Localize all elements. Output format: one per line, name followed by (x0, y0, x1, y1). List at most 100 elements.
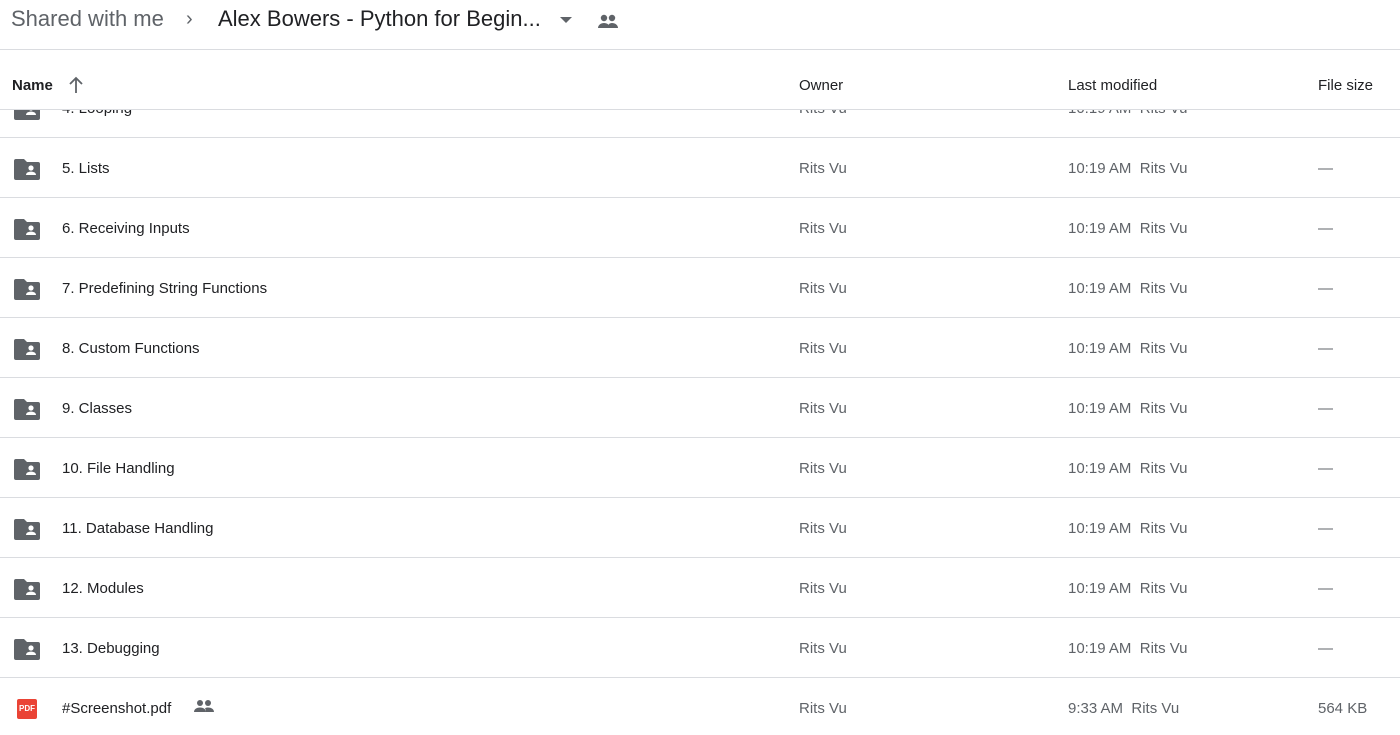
last-modified: 10:19 AM Rits Vu (1068, 340, 1188, 357)
owner: Rits Vu (799, 580, 847, 597)
file-size: — (1318, 160, 1333, 177)
file-name[interactable]: #Screenshot.pdf (62, 700, 171, 717)
last-modified: 10:19 AM Rits Vu (1068, 280, 1188, 297)
file-row[interactable]: 9. Classes Rits Vu 10:19 AM Rits Vu — (0, 378, 1400, 438)
modified-time: 10:19 AM (1068, 460, 1132, 477)
column-file-size[interactable]: File size (1318, 77, 1373, 94)
modified-time: 10:19 AM (1068, 640, 1132, 657)
modified-by: Rits Vu (1139, 340, 1188, 357)
file-name[interactable]: 7. Predefining String Functions (62, 280, 267, 297)
sort-ascending-icon[interactable] (68, 76, 84, 94)
breadcrumb-bar: Shared with me › Alex Bowers - Python fo… (0, 0, 1400, 50)
owner: Rits Vu (799, 220, 847, 237)
last-modified: 10:19 AM Rits Vu (1068, 640, 1188, 657)
modified-time: 10:19 AM (1068, 580, 1132, 597)
modified-by: Rits Vu (1139, 520, 1188, 537)
modified-time: 10:19 AM (1068, 400, 1132, 417)
file-name[interactable]: 12. Modules (62, 580, 144, 597)
owner: Rits Vu (799, 700, 847, 717)
modified-time: 10:19 AM (1068, 520, 1132, 537)
modified-by: Rits Vu (1139, 280, 1188, 297)
modified-by: Rits Vu (1139, 220, 1188, 237)
owner: Rits Vu (799, 640, 847, 657)
shared-folder-icon (14, 110, 40, 124)
file-row[interactable]: 5. Lists Rits Vu 10:19 AM Rits Vu — (0, 138, 1400, 198)
file-row[interactable]: 4. LoopingRits Vu10:19 AM Rits Vu— (0, 110, 1400, 138)
file-row[interactable]: 11. Database Handling Rits Vu 10:19 AM Rit… (0, 498, 1400, 558)
owner: Rits Vu (799, 280, 847, 297)
file-name[interactable]: 9. Classes (62, 400, 132, 417)
last-modified: 10:19 AM Rits Vu (1068, 160, 1188, 177)
modified-by: Rits Vu (1139, 400, 1188, 417)
file-name[interactable]: 10. File Handling (62, 460, 175, 477)
modified-time: 10:19 AM (1068, 340, 1132, 357)
shared-folder-icon (14, 458, 40, 484)
modified-by: Rits Vu (1139, 580, 1188, 597)
last-modified: 9:33 AM Rits Vu (1068, 700, 1179, 717)
shared-folder-icon (14, 218, 40, 244)
file-size: — (1318, 220, 1333, 237)
owner: Rits Vu (799, 340, 847, 357)
file-size: — (1318, 640, 1333, 657)
file-size: — (1318, 520, 1333, 537)
modified-by: Rits Vu (1131, 700, 1180, 717)
shared-folder-icon (14, 158, 40, 184)
file-name[interactable]: 11. Database Handling (62, 520, 214, 537)
column-owner[interactable]: Owner (799, 77, 843, 94)
file-size: — (1318, 460, 1333, 477)
file-name[interactable]: 8. Custom Functions (62, 340, 200, 357)
modified-time: 10:19 AM (1068, 280, 1132, 297)
file-name[interactable]: 6. Receiving Inputs (62, 220, 190, 237)
file-row[interactable]: 6. Receiving Inputs Rits Vu 10:19 AM Rits … (0, 198, 1400, 258)
modified-by: Rits Vu (1140, 110, 1188, 117)
modified-by: Rits Vu (1139, 160, 1188, 177)
file-row[interactable]: 10. File Handling Rits Vu 10:19 AM Rits Vu… (0, 438, 1400, 498)
file-size: — (1318, 340, 1333, 357)
modified-by: Rits Vu (1139, 640, 1188, 657)
last-modified: 10:19 AM Rits Vu (1068, 220, 1188, 237)
modified-time: 10:19 AM (1068, 220, 1132, 237)
file-size: — (1318, 280, 1333, 297)
column-header: Name Owner Last modified File size (0, 50, 1400, 110)
modified-time: 9:33 AM (1068, 700, 1124, 717)
modified-time: 10:19 AM (1068, 160, 1132, 177)
file-list: 4. LoopingRits Vu10:19 AM Rits Vu—5. Lis… (0, 110, 1400, 735)
last-modified: 10:19 AM Rits Vu (1068, 110, 1188, 117)
breadcrumb-shared-with-me[interactable]: Shared with me (11, 6, 164, 32)
file-name[interactable]: 4. Looping (62, 110, 132, 117)
file-row[interactable]: 12. Modules Rits Vu 10:19 AM Rits Vu — (0, 558, 1400, 618)
breadcrumb-current-folder[interactable]: Alex Bowers - Python for Begin... (218, 6, 541, 32)
file-row[interactable]: 7. Predefining String Functions Rits Vu 10… (0, 258, 1400, 318)
shared-folder-icon (14, 338, 40, 364)
owner: Rits Vu (799, 400, 847, 417)
file-size: — (1318, 400, 1333, 417)
owner: Rits Vu (799, 160, 847, 177)
modified-time: 10:19 AM (1068, 110, 1131, 117)
shared-folder-icon (14, 638, 40, 664)
owner: Rits Vu (799, 460, 847, 477)
file-name[interactable]: 5. Lists (62, 160, 110, 177)
file-row[interactable]: 13. Debugging Rits Vu 10:19 AM Rits Vu — (0, 618, 1400, 678)
modified-by: Rits Vu (1139, 460, 1188, 477)
column-name[interactable]: Name (12, 77, 53, 94)
shared-folder-icon (14, 518, 40, 544)
shared-folder-icon (14, 578, 40, 604)
last-modified: 10:19 AM Rits Vu (1068, 580, 1188, 597)
column-last-modified[interactable]: Last modified (1068, 77, 1157, 94)
file-name[interactable]: 13. Debugging (62, 640, 160, 657)
file-row[interactable]: 8. Custom Functions Rits Vu 10:19 AM Rits … (0, 318, 1400, 378)
file-size: 564 KB (1318, 700, 1368, 717)
last-modified: 10:19 AM Rits Vu (1068, 520, 1188, 537)
file-row[interactable]: PDF #Screenshot.pdf Rits Vu 9:33 AM Rits Vu… (0, 678, 1400, 735)
file-size: — (1318, 580, 1333, 597)
dropdown-arrow-icon[interactable] (560, 17, 572, 23)
pdf-icon: PDF (17, 699, 37, 719)
shared-folder-icon (14, 278, 40, 304)
file-size: — (1318, 110, 1333, 117)
owner: Rits Vu (799, 520, 847, 537)
last-modified: 10:19 AM Rits Vu (1068, 400, 1188, 417)
shared-people-icon (193, 698, 215, 718)
owner: Rits Vu (799, 110, 847, 117)
shared-folder-icon (14, 398, 40, 424)
chevron-right-icon: › (186, 8, 193, 30)
